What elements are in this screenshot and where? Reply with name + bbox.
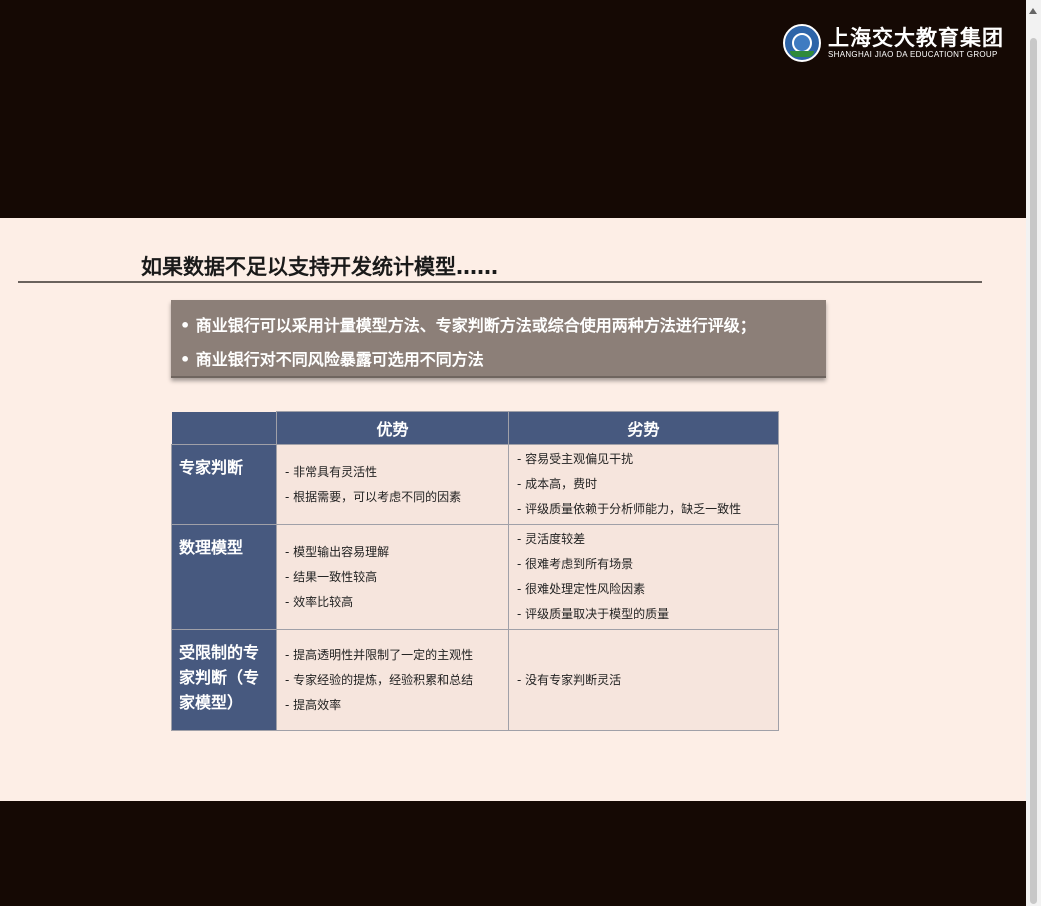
table-corner [171,411,277,445]
table-row: 受限制的专家判断（专家模型） 提高透明性并限制了一定的主观性 专家经验的提炼，经… [171,629,779,731]
list-item: 提高透明性并限制了一定的主观性 [285,643,500,668]
list-item: 根据需要，可以考虑不同的因素 [285,485,500,510]
university-emblem-icon [783,24,821,62]
scroll-up-arrow-icon[interactable] [1029,8,1037,14]
title-divider [18,281,982,283]
list-item: 模型输出容易理解 [285,540,500,565]
list-item: 效率比较高 [285,590,500,615]
comparison-table: 优势 劣势 专家判断 非常具有灵活性 根据需要，可以考虑不同的因素 容易受主观偏… [171,411,779,731]
scrollbar-thumb[interactable] [1030,38,1037,904]
slide-title: 如果数据不足以支持开发统计模型…… [141,255,498,279]
list-item: 评级质量取决于模型的质量 [517,602,770,627]
list-item: 提高效率 [285,693,500,718]
row-label: 受限制的专家判断（专家模型） [171,629,277,731]
table-row: 数理模型 模型输出容易理解 结果一致性较高 效率比较高 灵活度较差 很难考虑到所… [171,524,779,630]
pros-cell: 模型输出容易理解 结果一致性较高 效率比较高 [276,524,509,630]
callout-box: • 商业银行可以采用计量模型方法、专家判断方法或综合使用两种方法进行评级； • … [171,300,826,378]
slide: 如果数据不足以支持开发统计模型…… • 商业银行可以采用计量模型方法、专家判断方… [0,218,1026,801]
list-item: 专家经验的提炼，经验积累和总结 [285,668,500,693]
list-item: 容易受主观偏见干扰 [517,447,770,472]
row-label: 数理模型 [171,524,277,630]
cons-cell: 容易受主观偏见干扰 成本高，费时 评级质量依赖于分析师能力，缺乏一致性 [508,444,779,525]
logo: 上海交大教育集团 SHANGHAI JIAO DA EDUCATIONT GRO… [783,24,1004,62]
cons-cell: 灵活度较差 很难考虑到所有场景 很难处理定性风险因素 评级质量取决于模型的质量 [508,524,779,630]
header-pros: 优势 [276,411,509,445]
logo-name-cn: 上海交大教育集团 [828,25,1004,50]
pros-cell: 非常具有灵活性 根据需要，可以考虑不同的因素 [276,444,509,525]
logo-name-en: SHANGHAI JIAO DA EDUCATIONT GROUP [828,50,998,59]
vertical-scrollbar[interactable] [1026,0,1041,906]
list-item: 没有专家判断灵活 [517,668,770,693]
table-header-row: 优势 劣势 [171,411,779,445]
pros-cell: 提高透明性并限制了一定的主观性 专家经验的提炼，经验积累和总结 提高效率 [276,629,509,731]
list-item: 灵活度较差 [517,527,770,552]
row-label: 专家判断 [171,444,277,525]
cons-cell: 没有专家判断灵活 [508,629,779,731]
list-item: 很难考虑到所有场景 [517,552,770,577]
video-frame[interactable]: 上海交大教育集团 SHANGHAI JIAO DA EDUCATIONT GRO… [0,0,1026,906]
list-item: 成本高，费时 [517,472,770,497]
list-item: 评级质量依赖于分析师能力，缺乏一致性 [517,497,770,522]
table-row: 专家判断 非常具有灵活性 根据需要，可以考虑不同的因素 容易受主观偏见干扰 成本… [171,444,779,525]
callout-bullet: • 商业银行可以采用计量模型方法、专家判断方法或综合使用两种方法进行评级； [180,316,756,335]
callout-bullet: • 商业银行对不同风险暴露可选用不同方法 [180,350,484,369]
header-cons: 劣势 [508,411,779,445]
list-item: 非常具有灵活性 [285,460,500,485]
list-item: 结果一致性较高 [285,565,500,590]
list-item: 很难处理定性风险因素 [517,577,770,602]
